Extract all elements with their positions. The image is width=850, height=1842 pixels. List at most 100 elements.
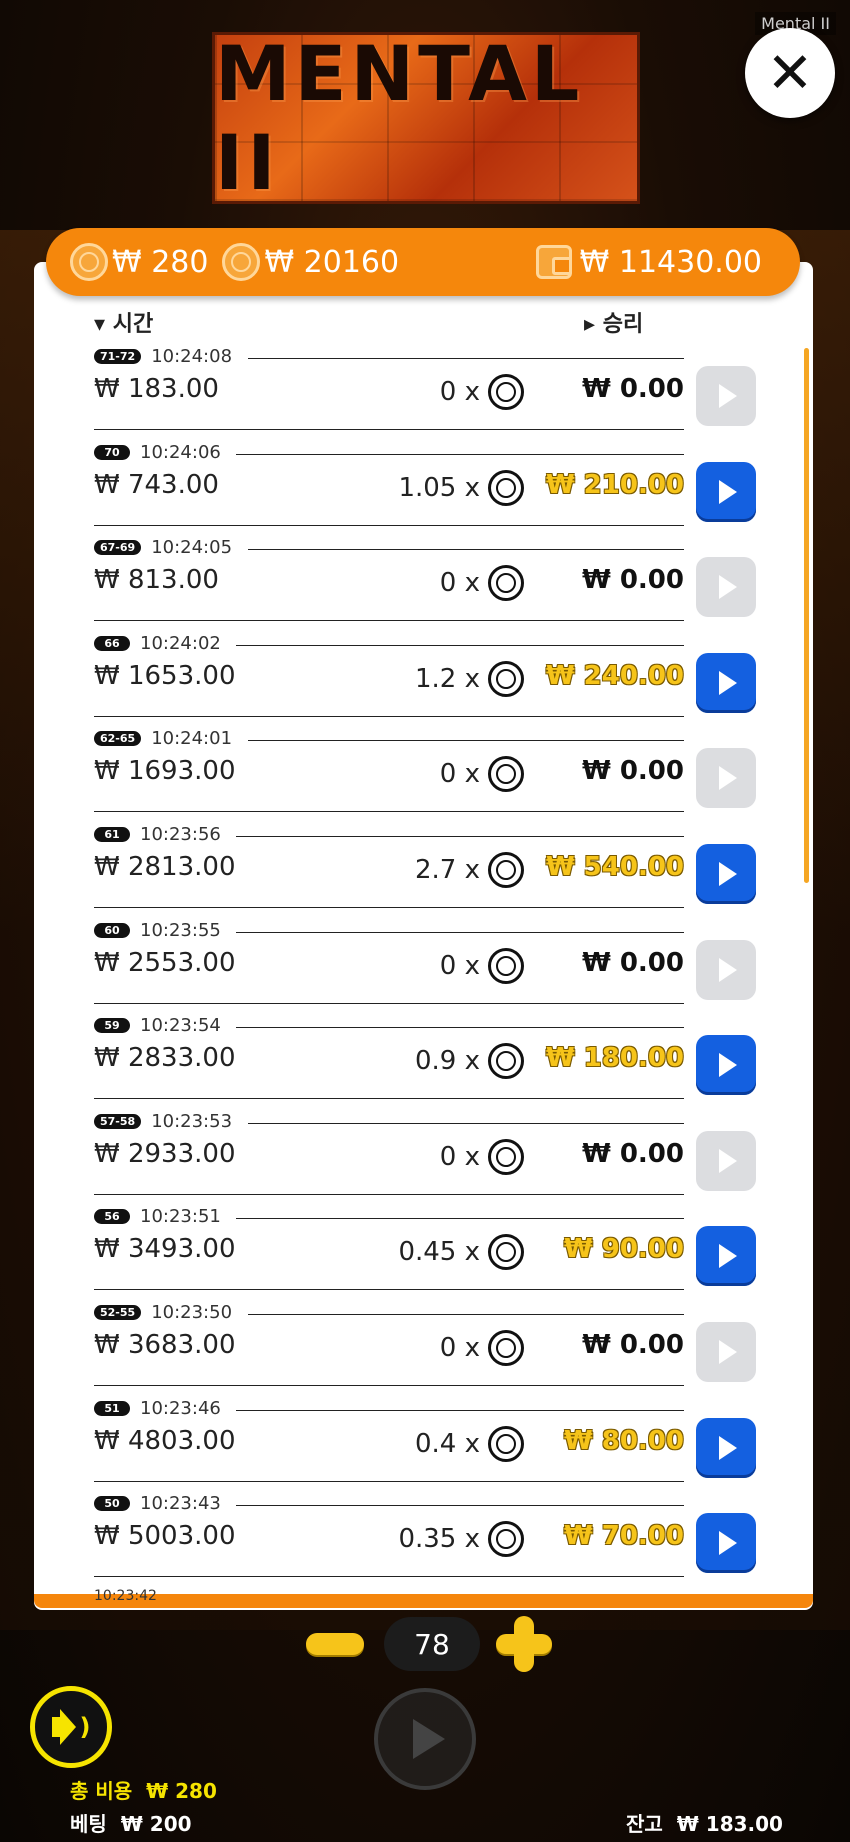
row-separator: [94, 1576, 684, 1578]
row-meta: 60 10:23:55: [94, 920, 221, 941]
play-icon: [719, 957, 737, 982]
decrease-button[interactable]: [306, 1633, 364, 1655]
history-row: 52-55 10:23:50 ₩ 3683.00 0 x ₩ 0.00: [94, 1302, 756, 1397]
row-balance: ₩ 2833.00: [94, 1043, 236, 1074]
coin-icon: [70, 243, 108, 281]
multiplier-value: 0.45 x: [398, 1237, 480, 1268]
coin-stat-1-value: ₩ 280: [112, 244, 209, 280]
replay-button[interactable]: [696, 557, 756, 618]
balance-value: ₩ 183.00: [676, 1812, 783, 1836]
stats-bar: ₩ 280 ₩ 20160 ₩ 11430.00: [46, 228, 800, 296]
replay-button[interactable]: [696, 366, 756, 426]
coin-stack-icon: [222, 243, 261, 281]
row-time: 10:24:05: [151, 537, 233, 559]
history-row: 71-72 10:24:08 ₩ 183.00 0 x ₩ 0.00: [94, 346, 756, 441]
balance: 잔고 ₩ 183.00: [626, 1808, 783, 1837]
coin-stat-2-value: ₩ 20160: [264, 244, 400, 280]
row-meta: 66 10:24:02: [94, 633, 221, 654]
multiplier-value: 0 x: [439, 1141, 480, 1172]
row-separator: [94, 1002, 684, 1004]
win-column-header[interactable]: ▸ 승리: [584, 306, 643, 338]
coin-icon: [488, 852, 524, 888]
time-column-header[interactable]: ▾ 시간: [94, 306, 153, 338]
row-divider: [248, 740, 684, 742]
history-row: 56 10:23:51 ₩ 3493.00 0.45 x ₩ 90.00: [94, 1206, 756, 1301]
play-icon: [719, 1244, 737, 1269]
row-meta: 52-55 10:23:50: [94, 1302, 232, 1323]
replay-button[interactable]: [696, 652, 756, 713]
row-balance: ₩ 183.00: [94, 374, 219, 404]
row-multiplier: 0 x: [440, 947, 524, 984]
row-balance: ₩ 2813.00: [94, 852, 236, 882]
history-row: 57-58 10:23:53 ₩ 2933.00 0 x ₩ 0.00: [94, 1111, 756, 1206]
row-divider: [236, 1218, 684, 1220]
coin-icon: [488, 1330, 524, 1366]
bet-stepper: 78: [306, 1616, 552, 1672]
speaker-icon: [51, 1717, 66, 1737]
round-badge: 57-58: [94, 1113, 142, 1129]
replay-button[interactable]: [696, 461, 756, 522]
row-separator: [94, 1289, 684, 1291]
sound-waves-icon: ): [79, 1713, 91, 1741]
row-multiplier: 0 x: [439, 1138, 524, 1175]
replay-button[interactable]: [696, 1322, 756, 1382]
row-divider: [248, 358, 684, 359]
row-separator: [94, 1480, 684, 1482]
history-row: 70 10:24:06 ₩ 743.00 1.05 x ₩ 210.00: [94, 442, 756, 537]
row-multiplier: 0.9 x: [415, 1043, 524, 1080]
row-separator: [94, 811, 684, 813]
spin-play-button[interactable]: [374, 1688, 476, 1790]
replay-button[interactable]: [696, 1417, 756, 1478]
scrollbar[interactable]: [804, 348, 809, 883]
history-row: 66 10:24:02 ₩ 1653.00 1.2 x ₩ 240.00: [94, 633, 756, 728]
row-meta: 57-58 10:23:53: [94, 1111, 232, 1132]
total-cost-label: 총 비용: [70, 1779, 133, 1803]
sound-toggle-button[interactable]: ): [30, 1686, 112, 1768]
row-balance: ₩ 1653.00: [94, 660, 236, 691]
play-icon: [719, 1531, 737, 1556]
replay-button[interactable]: [696, 748, 756, 809]
row-divider: [248, 1314, 684, 1315]
coin-icon: [488, 1521, 524, 1558]
row-win: ₩ 70.00: [564, 1521, 684, 1552]
row-divider: [236, 1505, 684, 1507]
round-badge: 52-55: [94, 1305, 142, 1320]
multiplier-value: 1.05 x: [398, 472, 480, 503]
replay-button[interactable]: [696, 844, 756, 904]
coin-stat-2: ₩ 20160: [222, 243, 399, 281]
row-balance: ₩ 5003.00: [94, 1521, 236, 1552]
replay-button[interactable]: [696, 1226, 756, 1287]
history-row: 67-69 10:24:05 ₩ 813.00 0 x ₩ 0.00: [94, 537, 756, 632]
coin-icon: [488, 1138, 524, 1175]
row-divider: [248, 549, 684, 551]
coin-icon: [488, 469, 524, 506]
row-divider: [248, 1122, 684, 1124]
row-meta: 59 10:23:54: [94, 1015, 221, 1036]
play-icon: [719, 862, 737, 886]
multiplier-value: 0 x: [439, 568, 480, 599]
wallet-stat: ₩ 11430.00: [535, 244, 762, 280]
history-row: 51 10:23:46 ₩ 4803.00 0.4 x ₩ 80.00: [94, 1398, 756, 1493]
row-balance: ₩ 4803.00: [94, 1425, 236, 1456]
wallet-value: ₩ 11430.00: [579, 244, 762, 280]
close-button[interactable]: ✕: [745, 28, 835, 118]
play-icon: [719, 1053, 737, 1078]
increase-button[interactable]: [496, 1616, 552, 1672]
replay-button[interactable]: [696, 1130, 756, 1191]
play-icon: [719, 384, 737, 408]
round-badge: 66: [94, 635, 130, 651]
replay-button[interactable]: [696, 939, 756, 1000]
row-separator: [94, 620, 684, 622]
row-separator: [94, 1098, 684, 1100]
play-icon: [719, 1435, 737, 1460]
row-multiplier: 2.7 x: [415, 852, 524, 888]
round-badge: 62-65: [94, 731, 142, 747]
multiplier-value: 0 x: [439, 377, 480, 407]
bet-amount: 베팅 ₩ 200: [70, 1808, 192, 1837]
total-cost-value: ₩ 280: [146, 1779, 217, 1803]
replay-button[interactable]: [696, 1035, 756, 1096]
replay-button[interactable]: [696, 1513, 756, 1574]
row-multiplier: 0.45 x: [398, 1234, 524, 1271]
row-balance: ₩ 3683.00: [94, 1330, 236, 1360]
game-logo: MENTAL II: [212, 32, 640, 204]
